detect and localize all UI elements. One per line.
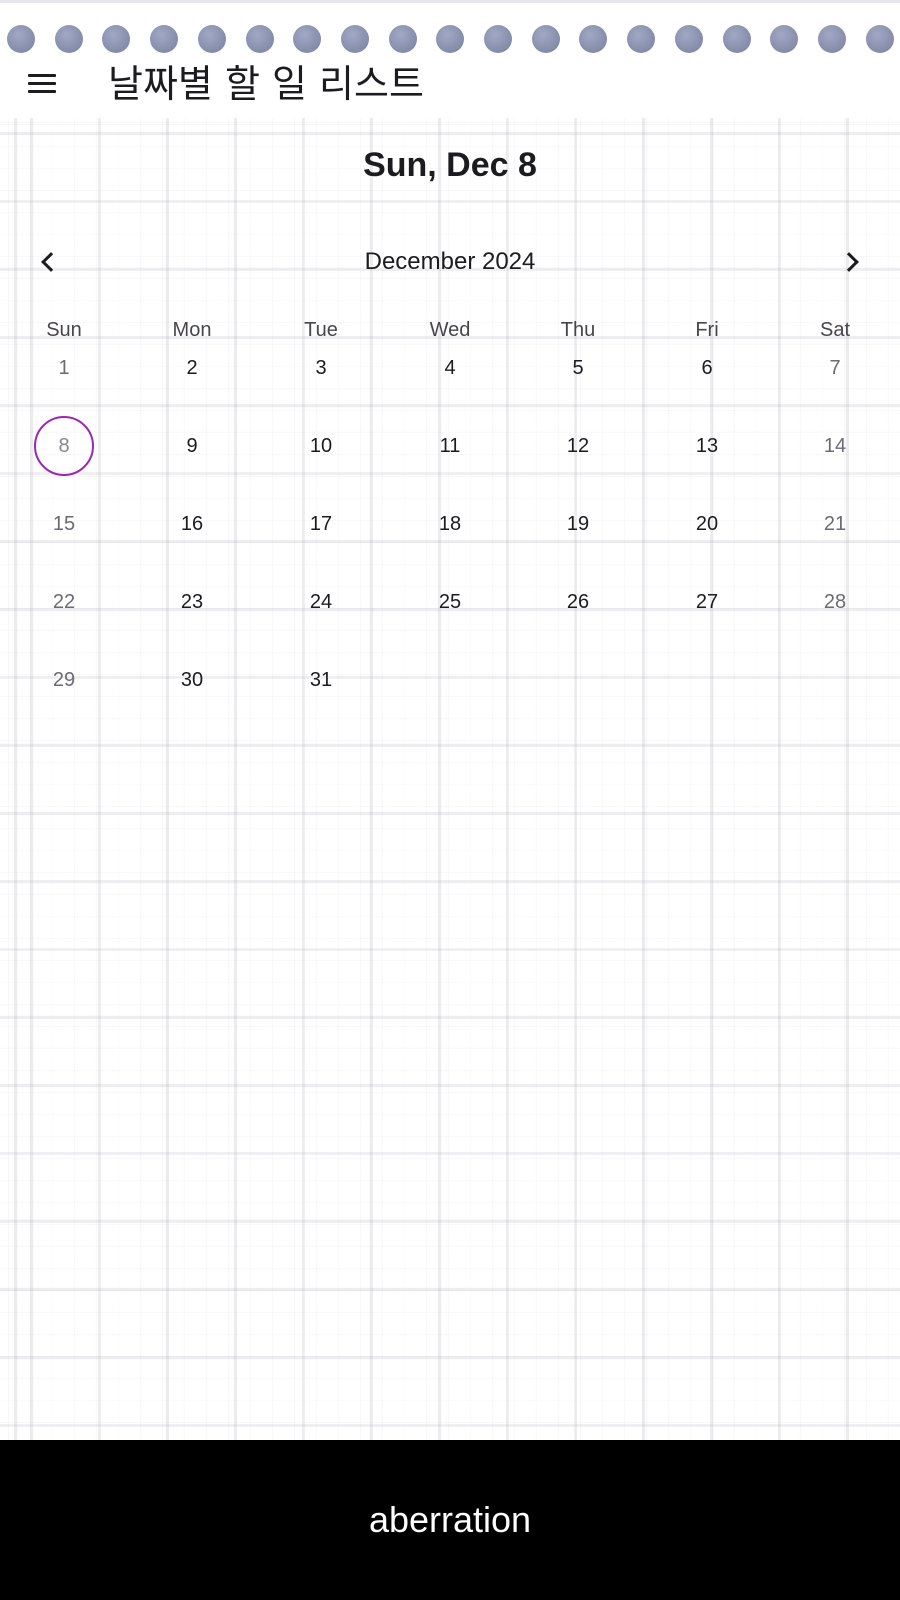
- calendar-day[interactable]: 10: [291, 416, 351, 476]
- binding-ring: [674, 25, 703, 53]
- calendar-day[interactable]: 30: [162, 650, 222, 710]
- calendar-day[interactable]: 22: [34, 572, 94, 632]
- binding-ring: [54, 25, 83, 53]
- app-bar: 날짜별 할 일 리스트: [0, 52, 900, 118]
- calendar-day[interactable]: 27: [677, 572, 737, 632]
- calendar-day[interactable]: 5: [548, 338, 608, 398]
- binding-ring: [102, 25, 131, 53]
- calendar-day[interactable]: 20: [677, 494, 737, 554]
- calendar-day[interactable]: 1: [34, 338, 94, 398]
- calendar-day[interactable]: 2: [162, 338, 222, 398]
- binding-ring: [436, 25, 465, 53]
- spiral-binding: [0, 0, 900, 60]
- binding-ring: [150, 25, 179, 53]
- binding-ring: [293, 25, 322, 53]
- selected-date-header: Sun, Dec 8: [363, 146, 537, 184]
- calendar-panel: Sun, Dec 8 December 2024 Sun Mon Tue Wed Thu…: [0, 118, 900, 1440]
- calendar-day[interactable]: 11: [420, 416, 480, 476]
- calendar-day[interactable]: 26: [548, 572, 608, 632]
- calendar-day[interactable]: 13: [677, 416, 737, 476]
- chevron-left-icon: [41, 252, 61, 272]
- calendar-day[interactable]: 23: [162, 572, 222, 632]
- calendar-day[interactable]: 29: [34, 650, 94, 710]
- day-grid: 1 2 3 4 5 6 7 8 9 10 11 12 13 14 15 16 17 18 19 20 21 22 23 24 2…: [0, 338, 900, 738]
- calendar-day[interactable]: 4: [420, 338, 480, 398]
- calendar-day[interactable]: 18: [420, 494, 480, 554]
- chevron-right-icon: [839, 252, 859, 272]
- bottom-bar: aberration: [0, 1440, 900, 1600]
- binding-ring: [865, 25, 894, 53]
- month-navigation: December 2024: [0, 240, 900, 284]
- binding-ring: [197, 25, 226, 53]
- calendar-day[interactable]: 31: [291, 650, 351, 710]
- next-month-button[interactable]: [830, 240, 874, 284]
- calendar-day[interactable]: 25: [420, 572, 480, 632]
- binding-ring: [531, 25, 560, 53]
- binding-ring: [7, 25, 35, 53]
- binding-ring: [722, 25, 751, 53]
- calendar-day[interactable]: 24: [291, 572, 351, 632]
- calendar-day[interactable]: 6: [677, 338, 737, 398]
- binding-ring: [245, 25, 274, 53]
- binding-ring: [770, 25, 799, 53]
- previous-month-button[interactable]: [26, 240, 70, 284]
- binding-ring: [484, 25, 512, 53]
- calendar-day[interactable]: 21: [805, 494, 865, 554]
- menu-button[interactable]: [22, 64, 62, 104]
- binding-ring: [388, 25, 417, 53]
- calendar-day[interactable]: 3: [291, 338, 351, 398]
- calendar-day[interactable]: 28: [805, 572, 865, 632]
- binding-ring: [627, 25, 656, 53]
- binding-ring: [817, 25, 846, 53]
- calendar-day[interactable]: 16: [162, 494, 222, 554]
- calendar-day[interactable]: 17: [291, 494, 351, 554]
- calendar-day[interactable]: 8: [34, 416, 94, 476]
- calendar-day[interactable]: 19: [548, 494, 608, 554]
- bottom-bar-text: aberration: [368, 1499, 532, 1540]
- calendar-day[interactable]: 12: [548, 416, 608, 476]
- month-label: December 2024: [364, 248, 536, 275]
- calendar-day[interactable]: 7: [805, 338, 865, 398]
- calendar-day[interactable]: 15: [34, 494, 94, 554]
- binding-ring: [340, 25, 369, 53]
- menu-icon: [28, 74, 56, 94]
- binding-ring: [579, 25, 608, 53]
- calendar-day[interactable]: 9: [162, 416, 222, 476]
- calendar-day[interactable]: 14: [805, 416, 865, 476]
- app-title: 날짜별 할 일 리스트: [108, 62, 424, 106]
